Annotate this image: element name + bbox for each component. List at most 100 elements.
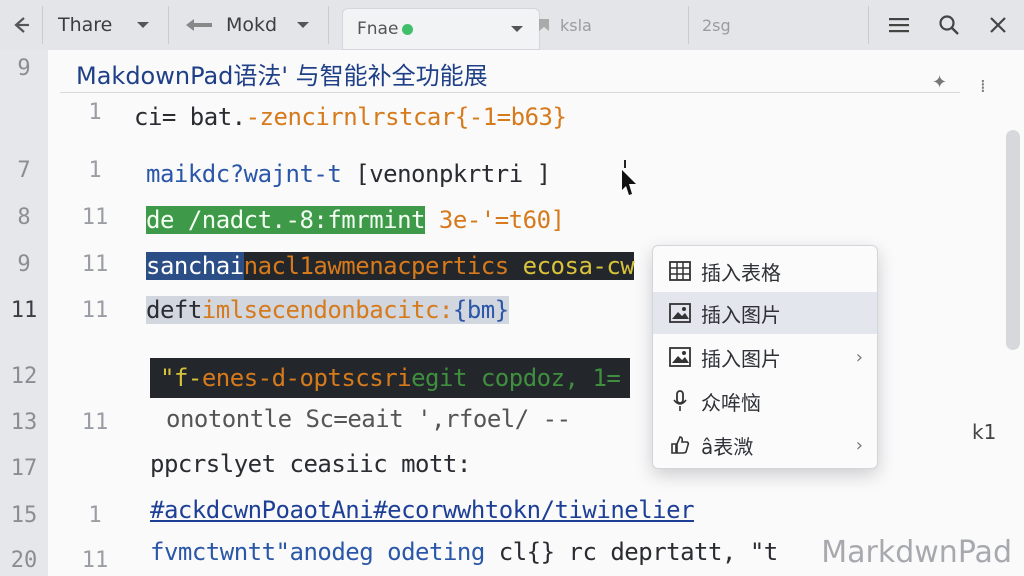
code-line[interactable]: de /nadct.-8:fmrmint 3e-'=t60]: [146, 206, 565, 234]
chevron-right-icon: ›: [855, 346, 863, 368]
thumbs-up-icon: [671, 436, 690, 454]
code-token: egit copdoz, 1=: [411, 364, 621, 392]
code-token: fvmctwntt": [150, 538, 290, 566]
document-title: MakdownPad语法' 与智能补全功能展: [76, 62, 488, 90]
vertical-scrollbar[interactable]: [1006, 130, 1020, 350]
line-number: 20: [10, 548, 38, 573]
code-line[interactable]: maikdc?wajnt-t [venonpkrtri ]: [146, 160, 551, 188]
line-number: 7: [17, 158, 31, 183]
line-number-active: 11: [10, 298, 38, 323]
code-token: cl{} rc deprtatt, "t: [484, 538, 778, 566]
back-button[interactable]: [10, 0, 32, 50]
faded-tab[interactable]: ksla: [536, 0, 592, 50]
inner-line-number: 11: [81, 252, 109, 277]
code-line[interactable]: "f-enes-d-optscsriegit copdoz, 1=: [150, 358, 631, 398]
line-number: 17: [10, 456, 38, 481]
inner-line-number: 1: [88, 100, 102, 125]
menu-item-label: 插入图片: [701, 346, 781, 371]
menu-item-label: 众哞恼: [701, 390, 761, 415]
code-line[interactable]: fvmctwntt"anodeg odeting cl{} rc deprtat…: [150, 538, 778, 566]
menu-item-insert-table[interactable]: 插入表格: [653, 250, 877, 292]
context-menu: 插入表格 插入图片 插入图片 › 众哞恼 â表溦 ›: [652, 245, 878, 469]
image-icon: [669, 303, 691, 323]
search-hint-label: 2sg: [702, 15, 731, 35]
share-dropdown[interactable]: [135, 0, 151, 50]
code-line[interactable]: ppcrslyet ceasiic mott:: [150, 450, 471, 478]
faded-tab-label: ksla: [560, 15, 592, 35]
watermark: MarkdwnPad: [821, 535, 1012, 570]
code-token: [venonpkrtri ]: [355, 160, 551, 188]
menu-item-label: â表溦: [701, 434, 754, 459]
search-button[interactable]: [938, 0, 960, 50]
menu-item-insert-image-submenu[interactable]: 插入图片 ›: [653, 336, 877, 378]
tab-file[interactable]: Fnae: [342, 8, 540, 50]
menu-item-voice[interactable]: 众哞恼: [653, 380, 877, 422]
bookmark-icon: [539, 19, 549, 31]
inner-line-number: 1: [88, 158, 102, 183]
share-label: Thare: [58, 14, 113, 36]
code-token-highlight: imlsecendonbacitc:: [201, 296, 453, 324]
mode-button[interactable]: Mokd: [184, 0, 277, 50]
code-token: anodeg odeting: [289, 538, 486, 566]
code-line[interactable]: onotontle Sc=eait ',rfoel/ --: [166, 405, 571, 433]
microphone-icon: [673, 390, 687, 411]
chevron-down-icon: [297, 22, 309, 28]
inner-line-number: 11: [81, 205, 109, 230]
code-token-highlight: sanchai: [146, 252, 244, 280]
menu-item-label: 插入表格: [701, 260, 781, 285]
mode-dropdown[interactable]: [295, 0, 311, 50]
search-icon: [939, 15, 959, 35]
search-hint[interactable]: 2sg: [702, 0, 731, 50]
code-token-highlight: de /nadct.-8:fmrmint: [146, 206, 425, 234]
line-number: 9: [17, 252, 31, 277]
status-dot-icon: [402, 23, 414, 35]
mouse-cursor-icon: [622, 160, 636, 195]
code-token: maikdc?wajnt-t: [146, 160, 356, 188]
code-line[interactable]: ci= bat.-zencirnlrstcar{-1=b63}: [134, 103, 567, 131]
mode-label: Mokd: [226, 14, 278, 36]
arrow-left-icon: [14, 17, 29, 33]
chevron-down-icon: [511, 26, 523, 32]
code-token-highlight: deft: [146, 296, 202, 324]
menu-item-label: 插入图片: [701, 302, 781, 327]
inner-line-number: 1: [88, 503, 102, 528]
image-icon: [669, 347, 691, 367]
collapse-icon[interactable]: ⁞: [980, 76, 986, 97]
code-token: -zencirnlrstcar{-1=b63}: [245, 103, 567, 131]
line-number: 15: [10, 503, 38, 528]
line-number: 9: [17, 56, 31, 81]
code-token-highlight: {bm}: [452, 296, 509, 324]
code-line-link[interactable]: #ackdcwnPoaotAni#ecorwwhtokn/tiwinelier: [150, 496, 695, 524]
menu-item-emoji[interactable]: â表溦 ›: [653, 424, 877, 466]
menu-item-insert-image[interactable]: 插入图片: [653, 292, 877, 334]
code-token: bat.: [189, 103, 246, 131]
inner-line-number: 11: [81, 548, 109, 573]
line-number: 13: [10, 410, 38, 435]
markdown-link[interactable]: #ackdcwnPoaotAni#ecorwwhtokn/tiwinelier: [150, 496, 695, 524]
menu-button[interactable]: [888, 0, 910, 50]
tab-label: Fnae: [357, 19, 399, 39]
close-icon: [990, 17, 1006, 33]
code-token: "f-: [160, 364, 202, 392]
code-line[interactable]: sanchainacl1awmenacpertics ecosa-cw: [146, 252, 635, 280]
title-divider: [60, 92, 960, 93]
table-icon: [669, 261, 691, 281]
inner-line-number: 11: [81, 298, 109, 323]
chevron-right-icon: ›: [855, 434, 863, 456]
top-toolbar: Thare Mokd Fnae ksla 2sg: [0, 0, 1024, 51]
code-token: 3e-'=t60]: [424, 206, 565, 234]
line-number: 12: [10, 364, 38, 389]
code-token: enes-d-optscsri: [201, 364, 412, 392]
hamburger-icon: [889, 18, 909, 33]
side-label: k1: [972, 420, 997, 444]
code-token: ci=: [134, 103, 190, 131]
line-number: 8: [17, 205, 31, 230]
inner-line-number: 11: [81, 410, 109, 435]
code-token-highlight: ecosa-cw: [508, 252, 635, 280]
share-button[interactable]: Thare: [58, 0, 112, 50]
code-line[interactable]: deftimlsecendonbacitc:{bm}: [146, 296, 509, 324]
close-button[interactable]: [988, 0, 1008, 50]
pin-icon[interactable]: ✦: [932, 72, 947, 93]
chevron-down-icon: [137, 22, 149, 28]
arrow-back-icon: [186, 19, 212, 31]
